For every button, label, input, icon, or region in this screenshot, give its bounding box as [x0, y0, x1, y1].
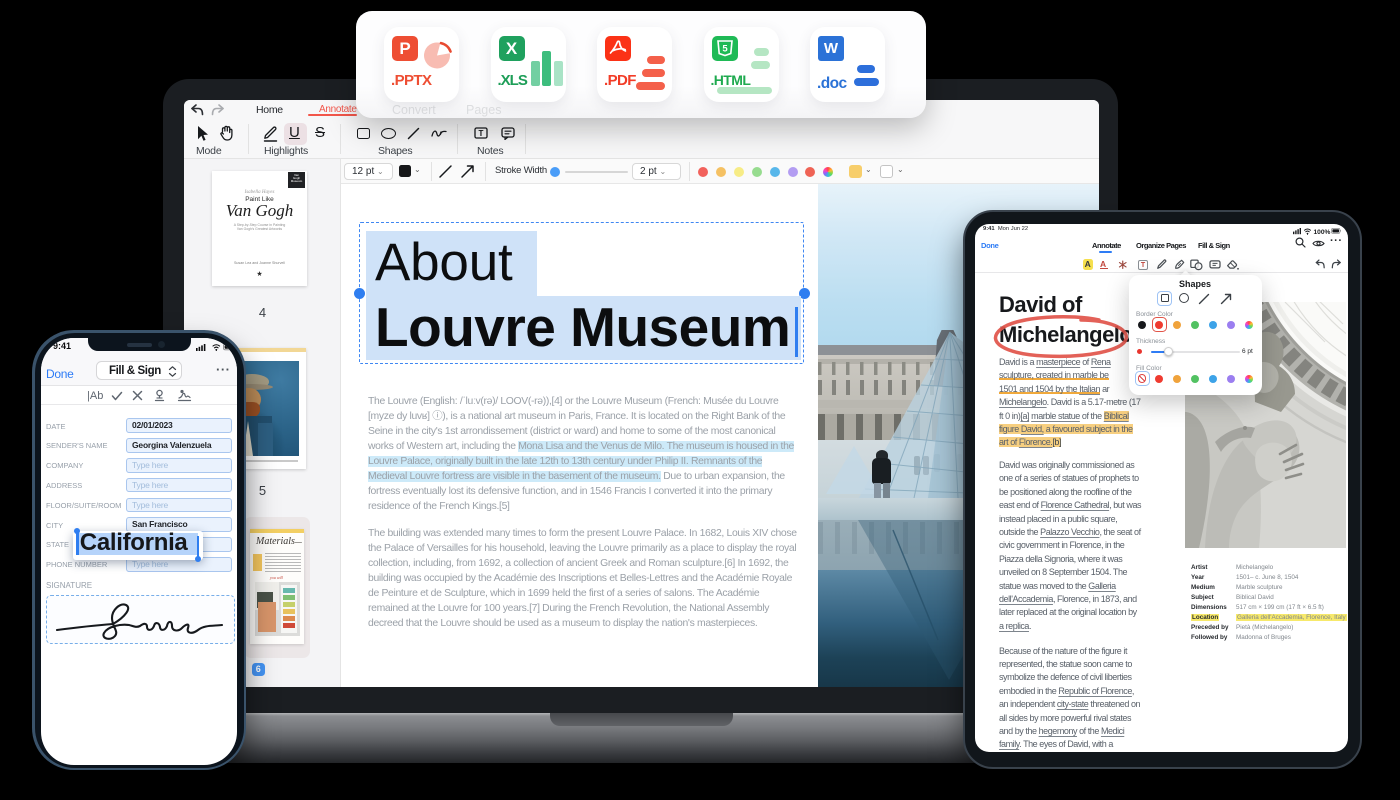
svg-text:T: T [479, 129, 484, 138]
svg-text:5: 5 [722, 44, 728, 55]
svg-text:100%: 100% [1314, 229, 1331, 235]
